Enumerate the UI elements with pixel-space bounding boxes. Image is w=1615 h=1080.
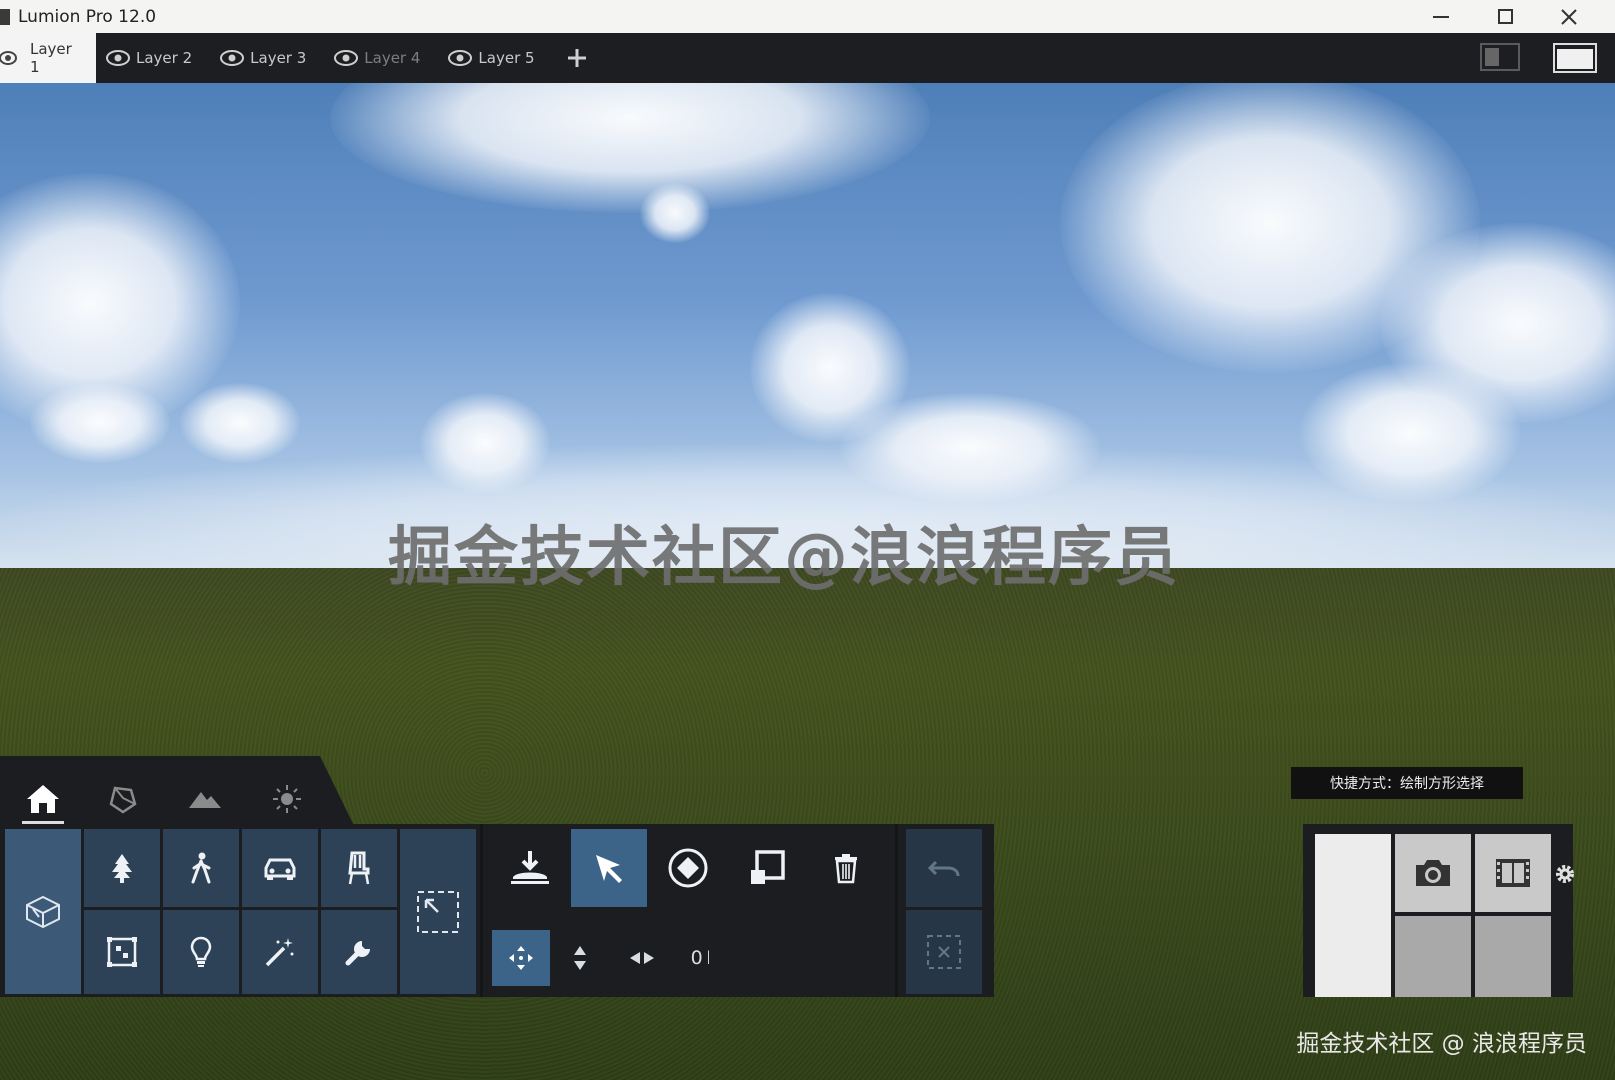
home-icon [27, 785, 59, 813]
movie-mode-button[interactable] [1475, 834, 1551, 912]
corner-watermark: 掘金技术社区 @ 浪浪程序员 [1296, 1031, 1587, 1057]
place-button[interactable] [492, 829, 568, 907]
layer-tab-3[interactable]: Layer 3 [210, 33, 324, 83]
special-effect-icon [265, 938, 294, 967]
app-icon [0, 8, 10, 25]
layer-bar: Layer 1 Layer 2 Layer 3 Layer 4 Layer 5 [0, 33, 1615, 83]
movie-icon [1496, 859, 1530, 887]
layer-label: Layer 1 [30, 40, 72, 76]
layer-tab-5[interactable]: Layer 5 [438, 33, 552, 83]
rotate-button[interactable] [650, 829, 726, 907]
furniture-icon [348, 851, 370, 885]
panorama-mode-button[interactable] [1395, 916, 1471, 997]
eye-icon [220, 50, 245, 66]
deselect-icon [927, 935, 961, 969]
tab-home[interactable] [18, 776, 68, 824]
select-arrow-icon [596, 855, 622, 883]
layer-label: Layer 5 [478, 49, 535, 67]
layer-tab-1[interactable]: Layer 1 [0, 33, 96, 83]
maximize-button[interactable] [1473, 0, 1537, 33]
rotate-icon [668, 848, 708, 888]
landscape-icon [189, 792, 221, 808]
select-button[interactable] [571, 829, 647, 907]
edit-mode-button[interactable] [1315, 834, 1391, 997]
layer-tab-2[interactable]: Layer 2 [96, 33, 210, 83]
selection-count: 0I [690, 947, 712, 969]
settings-button[interactable] [1553, 859, 1577, 889]
camera-icon [1416, 860, 1450, 886]
separator [895, 824, 898, 997]
cloud [640, 183, 710, 243]
plus-icon [567, 49, 586, 67]
horizontal-icon [630, 952, 654, 964]
window-title: Lumion Pro 12.0 [18, 6, 157, 27]
add-layer-button[interactable] [557, 33, 597, 83]
scale-icon [751, 850, 785, 884]
undo-icon [927, 860, 960, 877]
selection-count-text: 0 [690, 947, 703, 969]
box-select-icon [417, 890, 459, 933]
undo-button[interactable] [906, 829, 982, 907]
minimize-icon [1433, 15, 1449, 18]
deselect-button[interactable] [906, 910, 982, 994]
photo-mode-button[interactable] [1395, 834, 1471, 912]
tab-landscape[interactable] [180, 776, 230, 822]
settings-icon [1556, 865, 1574, 883]
title-bar: Lumion Pro 12.0 [0, 0, 1615, 33]
furniture-button[interactable] [321, 829, 397, 907]
delete-icon [835, 854, 857, 884]
360-mode-button[interactable] [1475, 916, 1551, 997]
render-panel [1303, 824, 1574, 997]
special-effects-button[interactable] [242, 910, 318, 994]
cloud [180, 383, 300, 463]
layer-tab-4[interactable]: Layer 4 [324, 33, 438, 83]
shortcut-hint: 快捷方式：绘制方形选择 [1291, 767, 1523, 799]
nature-button[interactable] [84, 829, 160, 907]
layer-label: Layer 4 [364, 49, 421, 67]
import-model-button[interactable] [5, 829, 81, 994]
car-icon [264, 858, 296, 880]
separator [480, 824, 483, 997]
effects-object-icon [107, 937, 137, 967]
layer-label: Layer 3 [250, 49, 307, 67]
lights-button[interactable] [163, 910, 239, 994]
move-icon [509, 946, 533, 970]
scale-button[interactable] [729, 829, 805, 907]
place-icon [511, 851, 549, 884]
eye-icon [0, 51, 17, 65]
eye-icon [448, 50, 473, 66]
effects-object-button[interactable] [84, 910, 160, 994]
nature-icon [112, 854, 132, 883]
height-button[interactable] [560, 930, 600, 986]
people-button[interactable] [163, 829, 239, 907]
eye-icon [106, 50, 130, 66]
light-icon [190, 936, 212, 967]
utilities-button[interactable] [321, 910, 397, 994]
close-icon [1561, 8, 1577, 25]
delete-button[interactable] [808, 829, 884, 907]
height-icon [574, 946, 586, 970]
import-model-icon [26, 895, 60, 928]
horizontal-rotate-button[interactable] [620, 930, 664, 986]
material-icon [109, 786, 137, 814]
tab-weather[interactable] [262, 776, 312, 822]
layer-label: Layer 2 [136, 49, 193, 67]
vehicles-button[interactable] [242, 829, 318, 907]
tab-materials[interactable] [98, 776, 148, 822]
person-icon [191, 852, 211, 884]
weather-icon [273, 785, 301, 813]
move-button[interactable] [492, 930, 550, 986]
full-view-toggle[interactable] [1553, 43, 1597, 73]
close-button[interactable] [1537, 0, 1601, 33]
split-view-toggle[interactable] [1480, 43, 1520, 71]
object-tools-panel: 0I [0, 824, 994, 997]
window-controls [1409, 0, 1601, 33]
cloud [30, 383, 170, 463]
minimize-button[interactable] [1409, 0, 1473, 33]
maximize-icon [1497, 9, 1513, 24]
eye-icon [334, 50, 359, 66]
utility-icon [345, 941, 370, 966]
box-select-button[interactable] [400, 829, 476, 994]
watermark: 掘金技术社区@浪浪程序员 [388, 521, 1180, 595]
